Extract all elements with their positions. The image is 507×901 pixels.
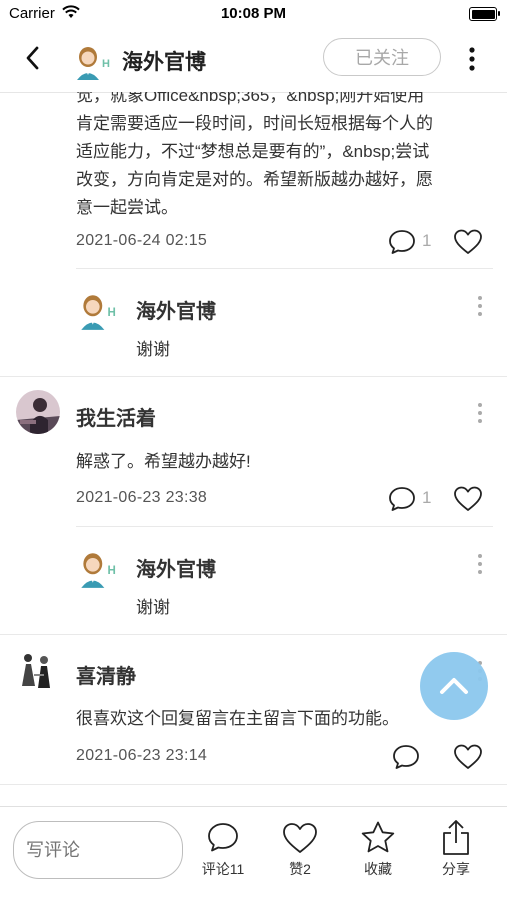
reply-icon[interactable] xyxy=(388,485,416,513)
comment-text-line: 意一起尝试。 xyxy=(76,198,178,217)
comment-timestamp: 2021-06-23 23:38 xyxy=(76,489,208,506)
divider xyxy=(0,784,507,785)
divider xyxy=(0,376,507,377)
favorite-label: 收藏 xyxy=(364,861,392,877)
user-avatar[interactable] xyxy=(16,648,60,692)
comment-text: 很喜欢这个回复留言在主留言下面的功能。 xyxy=(76,709,399,728)
account-avatar[interactable]: H xyxy=(76,548,118,590)
page-title: 海外官博 xyxy=(122,51,206,74)
like-heart-icon[interactable] xyxy=(453,743,483,771)
svg-text:H: H xyxy=(102,58,110,70)
reply-text: 谢谢 xyxy=(136,598,170,617)
comment-text: 觉，就象Office&nbsp;365，&nbsp;刚开始使用 肯定需要适应一段… xyxy=(76,92,433,222)
comment-timestamp: 2021-06-24 02:15 xyxy=(76,232,208,249)
comment-text-line: 肯定需要适应一段时间，时间长短根据每个人的 xyxy=(76,114,433,133)
comment-button[interactable]: 评论11 xyxy=(193,819,253,889)
reply-more-icon[interactable] xyxy=(476,295,484,317)
share-icon xyxy=(443,820,469,855)
reply-author: 海外官博 xyxy=(136,559,216,581)
reply-more-icon[interactable] xyxy=(476,553,484,575)
status-bar: Carrier 10:08 PM xyxy=(0,0,507,28)
scroll-to-top-button[interactable] xyxy=(420,652,488,720)
like-heart-icon[interactable] xyxy=(453,485,483,513)
comment-count-label: 评论11 xyxy=(201,861,245,877)
navigation-bar: H 海外官博 已关注 xyxy=(0,28,507,93)
svg-text:H: H xyxy=(108,565,116,577)
like-heart-icon[interactable] xyxy=(453,228,483,256)
star-icon xyxy=(361,821,395,853)
comment-more-icon[interactable] xyxy=(476,402,484,424)
bottom-toolbar: 评论11 赞2 收藏 分享 xyxy=(0,806,507,901)
back-chevron-icon[interactable] xyxy=(20,44,48,72)
reply-author: 海外官博 xyxy=(136,301,216,323)
comment-input[interactable] xyxy=(13,821,183,879)
divider xyxy=(0,634,507,635)
divider xyxy=(76,268,493,269)
comment-text-line: 觉，就象Office&nbsp;365，&nbsp;刚开始使用 xyxy=(76,92,425,105)
reply-count: 1 xyxy=(422,488,432,507)
account-avatar[interactable]: H xyxy=(72,42,112,82)
comment-author: 我生活着 xyxy=(76,408,156,430)
battery-icon xyxy=(469,7,500,21)
user-avatar[interactable] xyxy=(16,390,60,434)
divider xyxy=(76,526,493,527)
reply-icon[interactable] xyxy=(388,228,416,256)
comment-text-line: 适应能力，不过“梦想总是要有的”，&nbsp;尝试 xyxy=(76,142,430,161)
heart-icon xyxy=(283,823,317,853)
reply-text: 谢谢 xyxy=(136,340,170,359)
comment-text-line: 改变，方向肯定是对的。希望新版越办越好，愿 xyxy=(76,170,433,189)
svg-text:H: H xyxy=(108,307,116,319)
comment-author: 喜清静 xyxy=(76,666,136,688)
comment-text: 解惑了。希望越办越好! xyxy=(76,452,251,471)
reply-icon[interactable] xyxy=(392,743,420,771)
clock: 10:08 PM xyxy=(220,5,287,22)
like-count-label: 赞2 xyxy=(289,861,311,877)
reply-count: 1 xyxy=(422,231,432,250)
share-button[interactable]: 分享 xyxy=(426,819,486,889)
account-avatar[interactable]: H xyxy=(76,290,118,332)
like-button[interactable]: 赞2 xyxy=(270,819,330,889)
more-options-icon[interactable] xyxy=(462,44,482,74)
chevron-up-icon xyxy=(440,678,468,694)
comment-timestamp: 2021-06-23 23:14 xyxy=(76,747,208,764)
favorite-button[interactable]: 收藏 xyxy=(348,819,408,889)
comment-bubble-icon xyxy=(208,823,238,852)
share-label: 分享 xyxy=(442,861,470,877)
follow-button[interactable]: 已关注 xyxy=(323,38,441,76)
